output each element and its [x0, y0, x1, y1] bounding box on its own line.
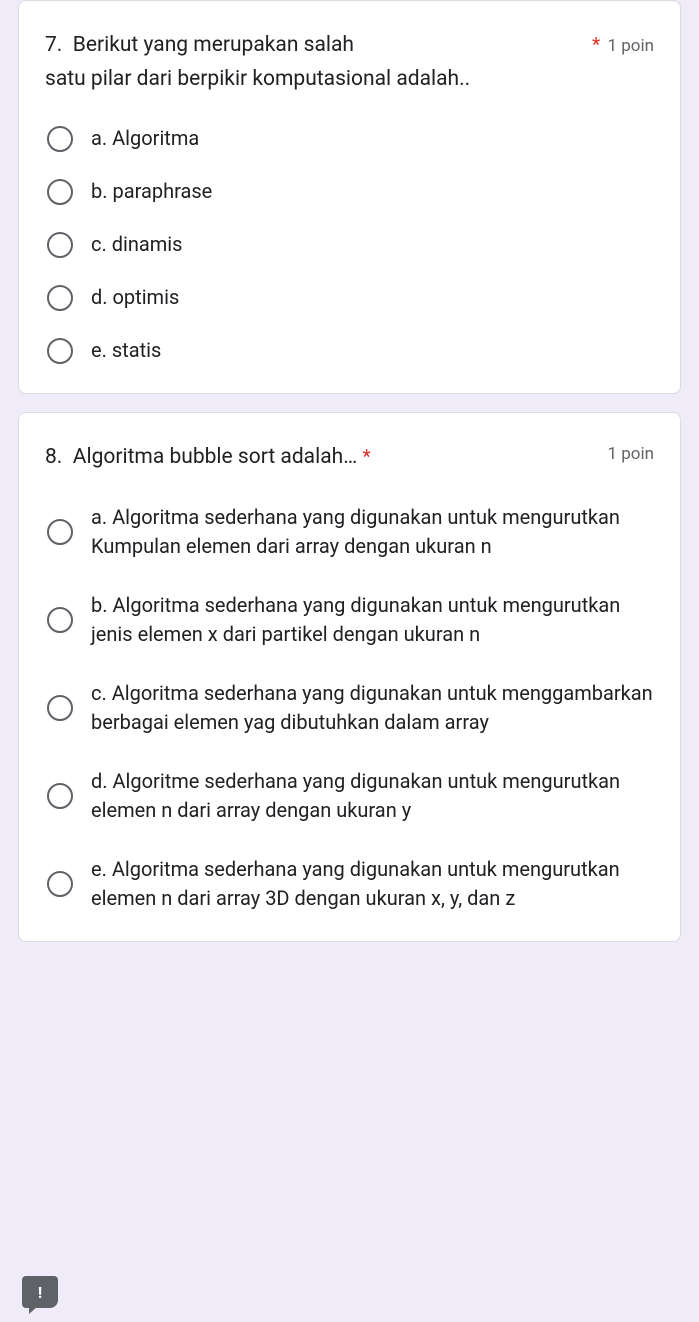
exclamation-glyph: ! [38, 1283, 42, 1302]
options-group: a. Algoritma sederhana yang digunakan un… [45, 503, 654, 913]
option-label: e. Algoritma sederhana yang digunakan un… [91, 855, 654, 913]
option-row[interactable]: a. Algoritma [47, 124, 654, 153]
radio-icon [47, 179, 73, 205]
question-body: Algoritma bubble sort adalah… [73, 445, 357, 469]
option-label: c. Algoritma sederhana yang digunakan un… [91, 679, 654, 737]
report-problem-icon[interactable]: ! [22, 1276, 58, 1308]
option-row[interactable]: c. Algoritma sederhana yang digunakan un… [47, 679, 654, 737]
option-label: a. Algoritma [91, 124, 199, 153]
option-row[interactable]: e. statis [47, 336, 654, 365]
question-body-part1: Berikut yang merupakan salah [73, 33, 354, 57]
radio-icon [47, 232, 73, 258]
radio-icon [47, 871, 73, 897]
question-card: 8. Algoritma bubble sort adalah… * 1 poi… [18, 412, 681, 942]
option-row[interactable]: d. optimis [47, 283, 654, 312]
radio-icon [47, 338, 73, 364]
option-label: e. statis [91, 336, 161, 365]
radio-icon [47, 519, 73, 545]
options-group: a. Algoritma b. paraphrase c. dinamis d.… [45, 124, 654, 365]
question-number: 7. [45, 33, 62, 57]
option-row[interactable]: a. Algoritma sederhana yang digunakan un… [47, 503, 654, 561]
question-card: 7. Berikut yang merupakan salah * 1 poin… [18, 0, 681, 394]
option-row[interactable]: c. dinamis [47, 230, 654, 259]
radio-icon [47, 783, 73, 809]
radio-icon [47, 695, 73, 721]
option-label: d. Algoritme sederhana yang digunakan un… [91, 767, 654, 825]
required-star: * [362, 445, 370, 468]
question-text: 8. Algoritma bubble sort adalah… * [45, 441, 599, 475]
option-row[interactable]: b. paraphrase [47, 177, 654, 206]
option-label: a. Algoritma sederhana yang digunakan un… [91, 503, 654, 561]
question-text: 7. Berikut yang merupakan salah * 1 poin… [45, 29, 654, 96]
radio-icon [47, 607, 73, 633]
option-label: c. dinamis [91, 230, 183, 259]
option-row[interactable]: b. Algoritma sederhana yang digunakan un… [47, 591, 654, 649]
option-row[interactable]: e. Algoritma sederhana yang digunakan un… [47, 855, 654, 913]
question-header: 8. Algoritma bubble sort adalah… * 1 poi… [45, 441, 654, 475]
question-body-part2: satu pilar dari berpikir komputasional a… [45, 67, 470, 91]
option-row[interactable]: d. Algoritme sederhana yang digunakan un… [47, 767, 654, 825]
option-label: d. optimis [91, 283, 179, 312]
points-label: 1 poin [607, 441, 654, 464]
required-star: * [592, 33, 600, 56]
radio-icon [47, 126, 73, 152]
option-label: b. paraphrase [91, 177, 212, 206]
option-label: b. Algoritma sederhana yang digunakan un… [91, 591, 654, 649]
question-header: 7. Berikut yang merupakan salah * 1 poin… [45, 29, 654, 96]
points-label: 1 poin [607, 33, 654, 56]
question-number: 8. [45, 445, 62, 469]
radio-icon [47, 285, 73, 311]
